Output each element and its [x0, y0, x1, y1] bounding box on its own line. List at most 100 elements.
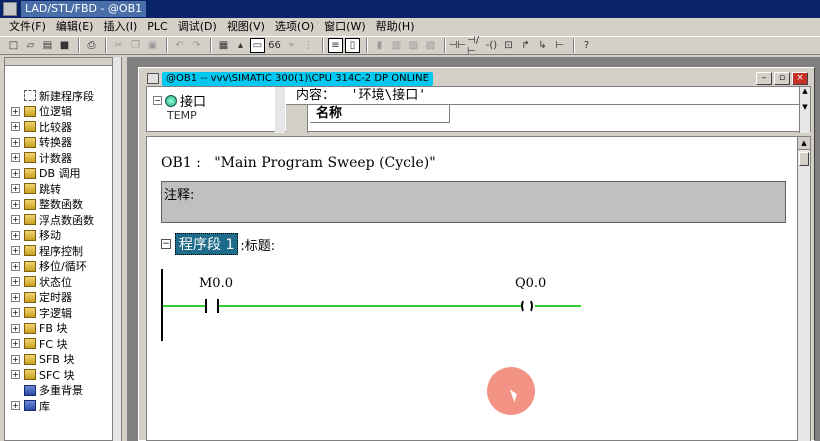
expand-icon[interactable]: +: [11, 261, 20, 271]
coil-icon[interactable]: -(): [484, 38, 499, 53]
catalog-item-counter[interactable]: + 计数器: [5, 150, 121, 166]
catalog-item-library[interactable]: + 库: [5, 398, 121, 414]
menu-window[interactable]: 窗口(W): [319, 19, 370, 35]
catalog-item-float-functions[interactable]: + 浮点数函数: [5, 212, 121, 228]
expand-icon[interactable]: +: [11, 292, 20, 302]
download-icon[interactable]: ▦: [216, 38, 231, 53]
expand-icon[interactable]: +: [11, 370, 20, 380]
save-icon[interactable]: ■: [57, 38, 72, 53]
catalog-scrollbar[interactable]: [112, 57, 121, 441]
expand-icon[interactable]: +: [11, 106, 20, 116]
ladder-network[interactable]: M0.0 Q0.0: [161, 269, 591, 341]
expand-icon[interactable]: +: [11, 199, 20, 209]
new-icon[interactable]: □: [6, 38, 21, 53]
expand-icon[interactable]: +: [11, 153, 20, 163]
catalog-item-program-control[interactable]: + 程序控制: [5, 243, 121, 259]
menu-plc[interactable]: PLC: [142, 19, 172, 35]
catalog-item-fb-blocks[interactable]: + FB 块: [5, 321, 121, 337]
menu-file[interactable]: 文件(F): [4, 19, 51, 35]
expand-icon[interactable]: +: [11, 137, 20, 147]
glasses-icon[interactable]: 66: [267, 38, 282, 53]
catalog-item-status-bits[interactable]: + 状态位: [5, 274, 121, 290]
catalog-item-sfc-blocks[interactable]: + SFC 块: [5, 367, 121, 383]
breakpoint-icon[interactable]: ⌖: [284, 38, 299, 53]
interface-root-node[interactable]: − 接口: [153, 91, 206, 110]
expand-icon[interactable]: +: [11, 277, 20, 287]
close-button[interactable]: ×: [792, 72, 808, 85]
scroll-up-icon[interactable]: ▲: [798, 137, 810, 150]
expand-icon[interactable]: +: [11, 215, 20, 225]
print-icon[interactable]: ⎙: [84, 38, 99, 53]
catalog-item-move[interactable]: + 移动: [5, 228, 121, 244]
expand-icon[interactable]: +: [11, 230, 20, 240]
catalog-item-integer-functions[interactable]: + 整数函数: [5, 197, 121, 213]
code-editor[interactable]: OB1 : "Main Program Sweep (Cycle)" 注释: −…: [146, 136, 811, 441]
connection-icon[interactable]: ⊢: [552, 38, 567, 53]
expand-icon[interactable]: +: [11, 246, 20, 256]
catalog-item-shift-rotate[interactable]: + 移位/循环: [5, 259, 121, 275]
expand-icon[interactable]: +: [11, 339, 20, 349]
catalog-item-new-network[interactable]: 新建程序段: [5, 88, 121, 104]
catalog-item-db-call[interactable]: + DB 调用: [5, 166, 121, 182]
expand-icon[interactable]: +: [11, 168, 20, 178]
catalog-item-fc-blocks[interactable]: + FC 块: [5, 336, 121, 352]
expand-icon[interactable]: +: [11, 122, 20, 132]
paste-icon[interactable]: ▣: [145, 38, 160, 53]
catalog-item-sfb-blocks[interactable]: + SFB 块: [5, 352, 121, 368]
monitor-icon[interactable]: ▭: [250, 38, 265, 53]
scroll-up-icon[interactable]: ▲: [802, 87, 807, 95]
open-icon[interactable]: ▱: [23, 38, 38, 53]
network-title-label[interactable]: :标题:: [240, 235, 275, 254]
copy-icon[interactable]: ❐: [128, 38, 143, 53]
restore-button[interactable]: ▫: [774, 72, 790, 85]
context-help-icon[interactable]: ?: [579, 38, 594, 53]
editor-scrollbar[interactable]: ▲: [797, 137, 810, 441]
nc-contact-icon[interactable]: ⊣/⊢: [467, 35, 482, 57]
empty-box-icon[interactable]: ⊡: [501, 38, 516, 53]
catalog-item-word-logic[interactable]: + 字逻辑: [5, 305, 121, 321]
open-branch-icon[interactable]: ↱: [518, 38, 533, 53]
expand-icon[interactable]: +: [11, 354, 20, 364]
catalog-item-timer[interactable]: + 定时器: [5, 290, 121, 306]
accessible-nodes-icon[interactable]: ▤: [40, 38, 55, 53]
box-icon[interactable]: ▧: [406, 38, 421, 53]
insert-network-icon[interactable]: ▮: [372, 38, 387, 53]
no-contact-icon[interactable]: ⊣⊢: [449, 38, 466, 53]
interface-tree-scrollbar[interactable]: [275, 87, 285, 133]
cut-icon[interactable]: ✂: [111, 38, 126, 53]
collapse-icon[interactable]: −: [161, 239, 171, 249]
column-header-name[interactable]: 名称: [310, 105, 450, 123]
catalog-item-comparator[interactable]: + 比较器: [5, 119, 121, 135]
redo-icon[interactable]: ↷: [189, 38, 204, 53]
scroll-down-icon[interactable]: ▼: [802, 103, 807, 111]
overview-icon[interactable]: ≡: [328, 38, 343, 53]
interface-temp-node[interactable]: TEMP: [167, 109, 197, 122]
scroll-thumb[interactable]: [799, 152, 809, 166]
catalog-item-converter[interactable]: + 转换器: [5, 135, 121, 151]
expand-icon[interactable]: +: [11, 184, 20, 194]
minimize-button[interactable]: –: [756, 72, 772, 85]
menu-insert[interactable]: 插入(I): [98, 19, 142, 35]
catalog-item-jump[interactable]: + 跳转: [5, 181, 121, 197]
interface-scrollbar[interactable]: ▲ ▼: [799, 87, 810, 133]
branch-icon[interactable]: ▥: [389, 38, 404, 53]
menu-edit[interactable]: 编辑(E): [51, 19, 99, 35]
block-comment-field[interactable]: 注释:: [161, 181, 786, 223]
menu-options[interactable]: 选项(O): [270, 19, 319, 35]
undo-icon[interactable]: ↶: [172, 38, 187, 53]
step-icon[interactable]: ⋮: [301, 38, 316, 53]
close-branch-icon[interactable]: ↳: [535, 38, 550, 53]
window-titlebar[interactable]: @OB1 -- vvv\SIMATIC 300(1)\CPU 314C-2 DP…: [141, 70, 812, 87]
catalog-item-bit-logic[interactable]: + 位逻辑: [5, 104, 121, 120]
box2-icon[interactable]: ▨: [423, 38, 438, 53]
menu-debug[interactable]: 调试(D): [173, 19, 222, 35]
coil-right-arc[interactable]: [525, 299, 533, 313]
contact-operand[interactable]: M0.0: [199, 276, 233, 291]
expand-icon[interactable]: +: [11, 308, 20, 318]
details-icon[interactable]: ▯: [345, 38, 360, 53]
collapse-icon[interactable]: −: [153, 96, 162, 105]
catalog-item-multi-instance[interactable]: 多重背景: [5, 383, 121, 399]
network-label[interactable]: 程序段 1: [175, 233, 239, 255]
contact-left-bar[interactable]: [205, 299, 207, 313]
upload-icon[interactable]: ▴: [233, 38, 248, 53]
